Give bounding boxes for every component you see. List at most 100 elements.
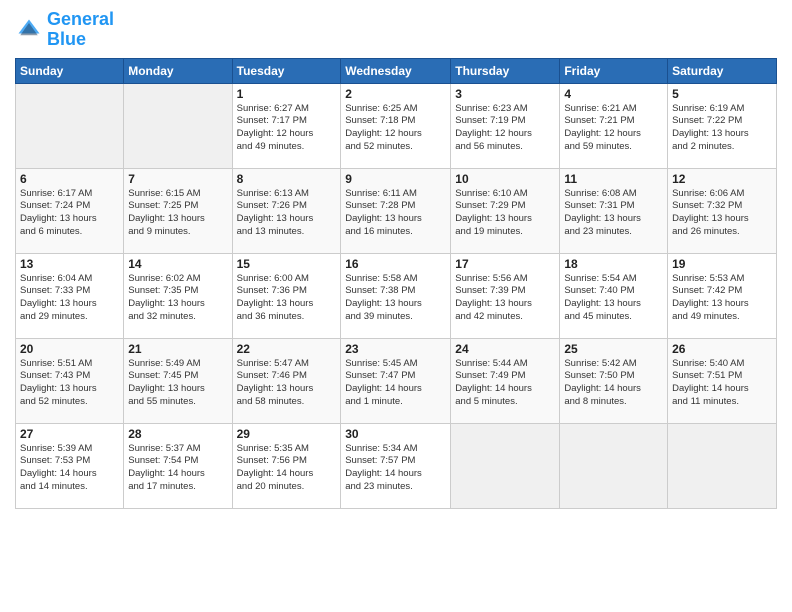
calendar-cell: 26 Sunrise: 5:40 AM Sunset: 7:51 PM Dayli… — [668, 338, 777, 423]
calendar-cell: 29 Sunrise: 5:35 AM Sunset: 7:56 PM Dayli… — [232, 423, 341, 508]
calendar-cell — [124, 83, 232, 168]
day-info: Sunrise: 5:40 AM Sunset: 7:51 PM Dayligh… — [672, 358, 772, 409]
calendar-cell: 15 Sunrise: 6:00 AM Sunset: 7:36 PM Dayli… — [232, 253, 341, 338]
day-number: 28 — [128, 427, 227, 441]
day-info: Sunrise: 6:08 AM Sunset: 7:31 PM Dayligh… — [564, 188, 663, 239]
day-info: Sunrise: 5:51 AM Sunset: 7:43 PM Dayligh… — [20, 358, 119, 409]
logo: General Blue — [15, 10, 114, 50]
calendar-table: SundayMondayTuesdayWednesdayThursdayFrid… — [15, 58, 777, 509]
day-number: 25 — [564, 342, 663, 356]
day-info: Sunrise: 5:37 AM Sunset: 7:54 PM Dayligh… — [128, 443, 227, 494]
calendar-cell: 30 Sunrise: 5:34 AM Sunset: 7:57 PM Dayli… — [341, 423, 451, 508]
calendar-cell: 17 Sunrise: 5:56 AM Sunset: 7:39 PM Dayli… — [451, 253, 560, 338]
day-info: Sunrise: 6:27 AM Sunset: 7:17 PM Dayligh… — [237, 103, 337, 154]
header: General Blue — [15, 10, 777, 50]
day-number: 9 — [345, 172, 446, 186]
column-header-friday: Friday — [560, 58, 668, 83]
day-number: 17 — [455, 257, 555, 271]
calendar-cell — [16, 83, 124, 168]
day-number: 16 — [345, 257, 446, 271]
calendar-header-row: SundayMondayTuesdayWednesdayThursdayFrid… — [16, 58, 777, 83]
day-info: Sunrise: 5:56 AM Sunset: 7:39 PM Dayligh… — [455, 273, 555, 324]
day-info: Sunrise: 6:13 AM Sunset: 7:26 PM Dayligh… — [237, 188, 337, 239]
day-info: Sunrise: 6:10 AM Sunset: 7:29 PM Dayligh… — [455, 188, 555, 239]
page: General Blue SundayMondayTuesdayWednesda… — [0, 0, 792, 612]
week-row-1: 1 Sunrise: 6:27 AM Sunset: 7:17 PM Daylig… — [16, 83, 777, 168]
day-number: 11 — [564, 172, 663, 186]
calendar-cell: 20Sunrise: 5:51 AM Sunset: 7:43 PM Dayli… — [16, 338, 124, 423]
calendar-cell — [560, 423, 668, 508]
day-number: 8 — [237, 172, 337, 186]
calendar-cell: 8 Sunrise: 6:13 AM Sunset: 7:26 PM Daylig… — [232, 168, 341, 253]
day-info: Sunrise: 5:42 AM Sunset: 7:50 PM Dayligh… — [564, 358, 663, 409]
calendar-cell: 19 Sunrise: 5:53 AM Sunset: 7:42 PM Dayli… — [668, 253, 777, 338]
calendar-cell: 3 Sunrise: 6:23 AM Sunset: 7:19 PM Daylig… — [451, 83, 560, 168]
calendar-cell: 25 Sunrise: 5:42 AM Sunset: 7:50 PM Dayli… — [560, 338, 668, 423]
column-header-wednesday: Wednesday — [341, 58, 451, 83]
calendar-cell: 23 Sunrise: 5:45 AM Sunset: 7:47 PM Dayli… — [341, 338, 451, 423]
day-number: 15 — [237, 257, 337, 271]
week-row-4: 20Sunrise: 5:51 AM Sunset: 7:43 PM Dayli… — [16, 338, 777, 423]
column-header-saturday: Saturday — [668, 58, 777, 83]
week-row-3: 13 Sunrise: 6:04 AM Sunset: 7:33 PM Dayli… — [16, 253, 777, 338]
day-number: 13 — [20, 257, 119, 271]
calendar-cell: 12 Sunrise: 6:06 AM Sunset: 7:32 PM Dayli… — [668, 168, 777, 253]
calendar-cell: 18 Sunrise: 5:54 AM Sunset: 7:40 PM Dayli… — [560, 253, 668, 338]
day-info: Sunrise: 5:47 AM Sunset: 7:46 PM Dayligh… — [237, 358, 337, 409]
day-info: Sunrise: 5:35 AM Sunset: 7:56 PM Dayligh… — [237, 443, 337, 494]
day-info: Sunrise: 6:02 AM Sunset: 7:35 PM Dayligh… — [128, 273, 227, 324]
calendar-cell: 1 Sunrise: 6:27 AM Sunset: 7:17 PM Daylig… — [232, 83, 341, 168]
week-row-5: 27Sunrise: 5:39 AM Sunset: 7:53 PM Dayli… — [16, 423, 777, 508]
calendar-cell: 28 Sunrise: 5:37 AM Sunset: 7:54 PM Dayli… — [124, 423, 232, 508]
day-number: 23 — [345, 342, 446, 356]
logo-text: General Blue — [47, 10, 114, 50]
week-row-2: 6 Sunrise: 6:17 AM Sunset: 7:24 PM Daylig… — [16, 168, 777, 253]
day-info: Sunrise: 5:54 AM Sunset: 7:40 PM Dayligh… — [564, 273, 663, 324]
day-number: 29 — [237, 427, 337, 441]
column-header-tuesday: Tuesday — [232, 58, 341, 83]
day-number: 26 — [672, 342, 772, 356]
column-header-sunday: Sunday — [16, 58, 124, 83]
day-number: 30 — [345, 427, 446, 441]
day-info: Sunrise: 6:17 AM Sunset: 7:24 PM Dayligh… — [20, 188, 119, 239]
day-info: Sunrise: 5:45 AM Sunset: 7:47 PM Dayligh… — [345, 358, 446, 409]
day-info: Sunrise: 6:11 AM Sunset: 7:28 PM Dayligh… — [345, 188, 446, 239]
day-number: 7 — [128, 172, 227, 186]
day-info: Sunrise: 6:04 AM Sunset: 7:33 PM Dayligh… — [20, 273, 119, 324]
day-info: Sunrise: 5:53 AM Sunset: 7:42 PM Dayligh… — [672, 273, 772, 324]
calendar-cell: 2Sunrise: 6:25 AM Sunset: 7:18 PM Daylig… — [341, 83, 451, 168]
calendar-cell: 22 Sunrise: 5:47 AM Sunset: 7:46 PM Dayli… — [232, 338, 341, 423]
calendar-cell: 16 Sunrise: 5:58 AM Sunset: 7:38 PM Dayli… — [341, 253, 451, 338]
calendar-cell: 11 Sunrise: 6:08 AM Sunset: 7:31 PM Dayli… — [560, 168, 668, 253]
day-number: 12 — [672, 172, 772, 186]
day-info: Sunrise: 5:58 AM Sunset: 7:38 PM Dayligh… — [345, 273, 446, 324]
day-info: Sunrise: 6:00 AM Sunset: 7:36 PM Dayligh… — [237, 273, 337, 324]
day-number: 19 — [672, 257, 772, 271]
day-number: 18 — [564, 257, 663, 271]
calendar-cell: 10 Sunrise: 6:10 AM Sunset: 7:29 PM Dayli… — [451, 168, 560, 253]
day-number: 10 — [455, 172, 555, 186]
day-info: Sunrise: 6:23 AM Sunset: 7:19 PM Dayligh… — [455, 103, 555, 154]
calendar-cell — [451, 423, 560, 508]
column-header-monday: Monday — [124, 58, 232, 83]
day-number: 6 — [20, 172, 119, 186]
day-info: Sunrise: 5:49 AM Sunset: 7:45 PM Dayligh… — [128, 358, 227, 409]
day-info: Sunrise: 5:44 AM Sunset: 7:49 PM Dayligh… — [455, 358, 555, 409]
calendar-cell: 24 Sunrise: 5:44 AM Sunset: 7:49 PM Dayli… — [451, 338, 560, 423]
day-number: 1 — [237, 87, 337, 101]
calendar-cell: 9 Sunrise: 6:11 AM Sunset: 7:28 PM Daylig… — [341, 168, 451, 253]
calendar-cell: 21 Sunrise: 5:49 AM Sunset: 7:45 PM Dayli… — [124, 338, 232, 423]
calendar-cell: 13 Sunrise: 6:04 AM Sunset: 7:33 PM Dayli… — [16, 253, 124, 338]
calendar-cell — [668, 423, 777, 508]
calendar-cell: 14Sunrise: 6:02 AM Sunset: 7:35 PM Dayli… — [124, 253, 232, 338]
logo-icon — [15, 16, 43, 44]
day-number: 22 — [237, 342, 337, 356]
calendar-body: 1 Sunrise: 6:27 AM Sunset: 7:17 PM Daylig… — [16, 83, 777, 508]
calendar-cell: 7Sunrise: 6:15 AM Sunset: 7:25 PM Daylig… — [124, 168, 232, 253]
day-info: Sunrise: 6:19 AM Sunset: 7:22 PM Dayligh… — [672, 103, 772, 154]
day-number: 3 — [455, 87, 555, 101]
day-number: 21 — [128, 342, 227, 356]
day-info: Sunrise: 6:06 AM Sunset: 7:32 PM Dayligh… — [672, 188, 772, 239]
day-number: 24 — [455, 342, 555, 356]
day-info: Sunrise: 5:34 AM Sunset: 7:57 PM Dayligh… — [345, 443, 446, 494]
